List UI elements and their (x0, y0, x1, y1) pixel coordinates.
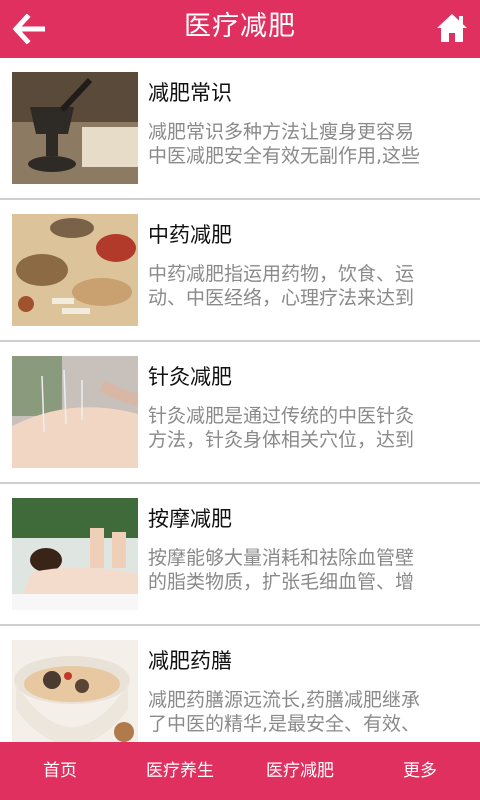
item-description: 针灸减肥是通过传统的中医针灸 方法，针灸身体相关穴位，达到 (148, 404, 468, 452)
item-title: 针灸减肥 (148, 365, 232, 389)
item-desc-line: 的脂类物质，扩张毛细血管、增 (148, 571, 415, 593)
top-bar: 医疗减肥 (0, 0, 480, 58)
item-desc-line: 中医减肥安全有效无副作用,这些 (148, 145, 421, 167)
herbs-image (12, 214, 138, 326)
item-title: 中药减肥 (148, 223, 232, 247)
item-title: 减肥药膳 (148, 649, 232, 673)
mortar-pestle-image (12, 72, 138, 184)
acupuncture-image (12, 356, 138, 468)
item-description: 中药减肥指运用药物，饮食、运 动、中医经络，心理疗法来达到 (148, 262, 468, 310)
home-button[interactable] (432, 8, 472, 48)
item-description: 减肥常识多种方法让瘦身更容易 中医减肥安全有效无副作用,这些 (148, 120, 468, 168)
list-item[interactable]: 按摩减肥 按摩能够大量消耗和祛除血管壁 的脂类物质，扩张毛细血管、增 (0, 484, 480, 626)
item-title: 减肥常识 (148, 81, 232, 105)
tab-more[interactable]: 更多 (360, 742, 480, 800)
list-item[interactable]: 减肥常识 减肥常识多种方法让瘦身更容易 中医减肥安全有效无副作用,这些 (0, 58, 480, 200)
medicinal-soup-image (12, 640, 138, 742)
list-item[interactable]: 针灸减肥 针灸减肥是通过传统的中医针灸 方法，针灸身体相关穴位，达到 (0, 342, 480, 484)
item-description: 按摩能够大量消耗和祛除血管壁 的脂类物质，扩张毛细血管、增 (148, 546, 468, 594)
home-icon (437, 14, 467, 42)
item-desc-line: 减肥药膳源远流长,药膳减肥继承 (148, 689, 421, 711)
tab-home[interactable]: 首页 (0, 742, 120, 800)
item-desc-line: 按摩能够大量消耗和祛除血管壁 (148, 547, 415, 569)
item-desc-line: 中药减肥指运用药物，饮食、运 (148, 263, 415, 285)
item-desc-line: 针灸减肥是通过传统的中医针灸 (148, 405, 415, 427)
item-desc-line: 动、中医经络，心理疗法来达到 (148, 287, 415, 309)
tab-medical-health[interactable]: 医疗养生 (120, 742, 240, 800)
item-description: 减肥药膳源远流长,药膳减肥继承 了中医的精华,是最安全、有效、 (148, 688, 468, 736)
item-desc-line: 了中医的精华,是最安全、有效、 (148, 713, 421, 735)
list-item[interactable]: 减肥药膳 减肥药膳源远流长,药膳减肥继承 了中医的精华,是最安全、有效、 (0, 626, 480, 742)
list-item[interactable]: 中药减肥 中药减肥指运用药物，饮食、运 动、中医经络，心理疗法来达到 (0, 200, 480, 342)
item-desc-line: 方法，针灸身体相关穴位，达到 (148, 429, 415, 451)
item-title: 按摩减肥 (148, 507, 232, 531)
massage-image (12, 498, 138, 610)
bottom-tab-bar: 首页 医疗养生 医疗减肥 更多 (0, 742, 480, 800)
article-list: 减肥常识 减肥常识多种方法让瘦身更容易 中医减肥安全有效无副作用,这些 中药减肥… (0, 58, 480, 742)
tab-medical-weight-loss[interactable]: 医疗减肥 (240, 742, 360, 800)
item-desc-line: 减肥常识多种方法让瘦身更容易 (148, 121, 415, 143)
page-title: 医疗减肥 (184, 11, 296, 42)
